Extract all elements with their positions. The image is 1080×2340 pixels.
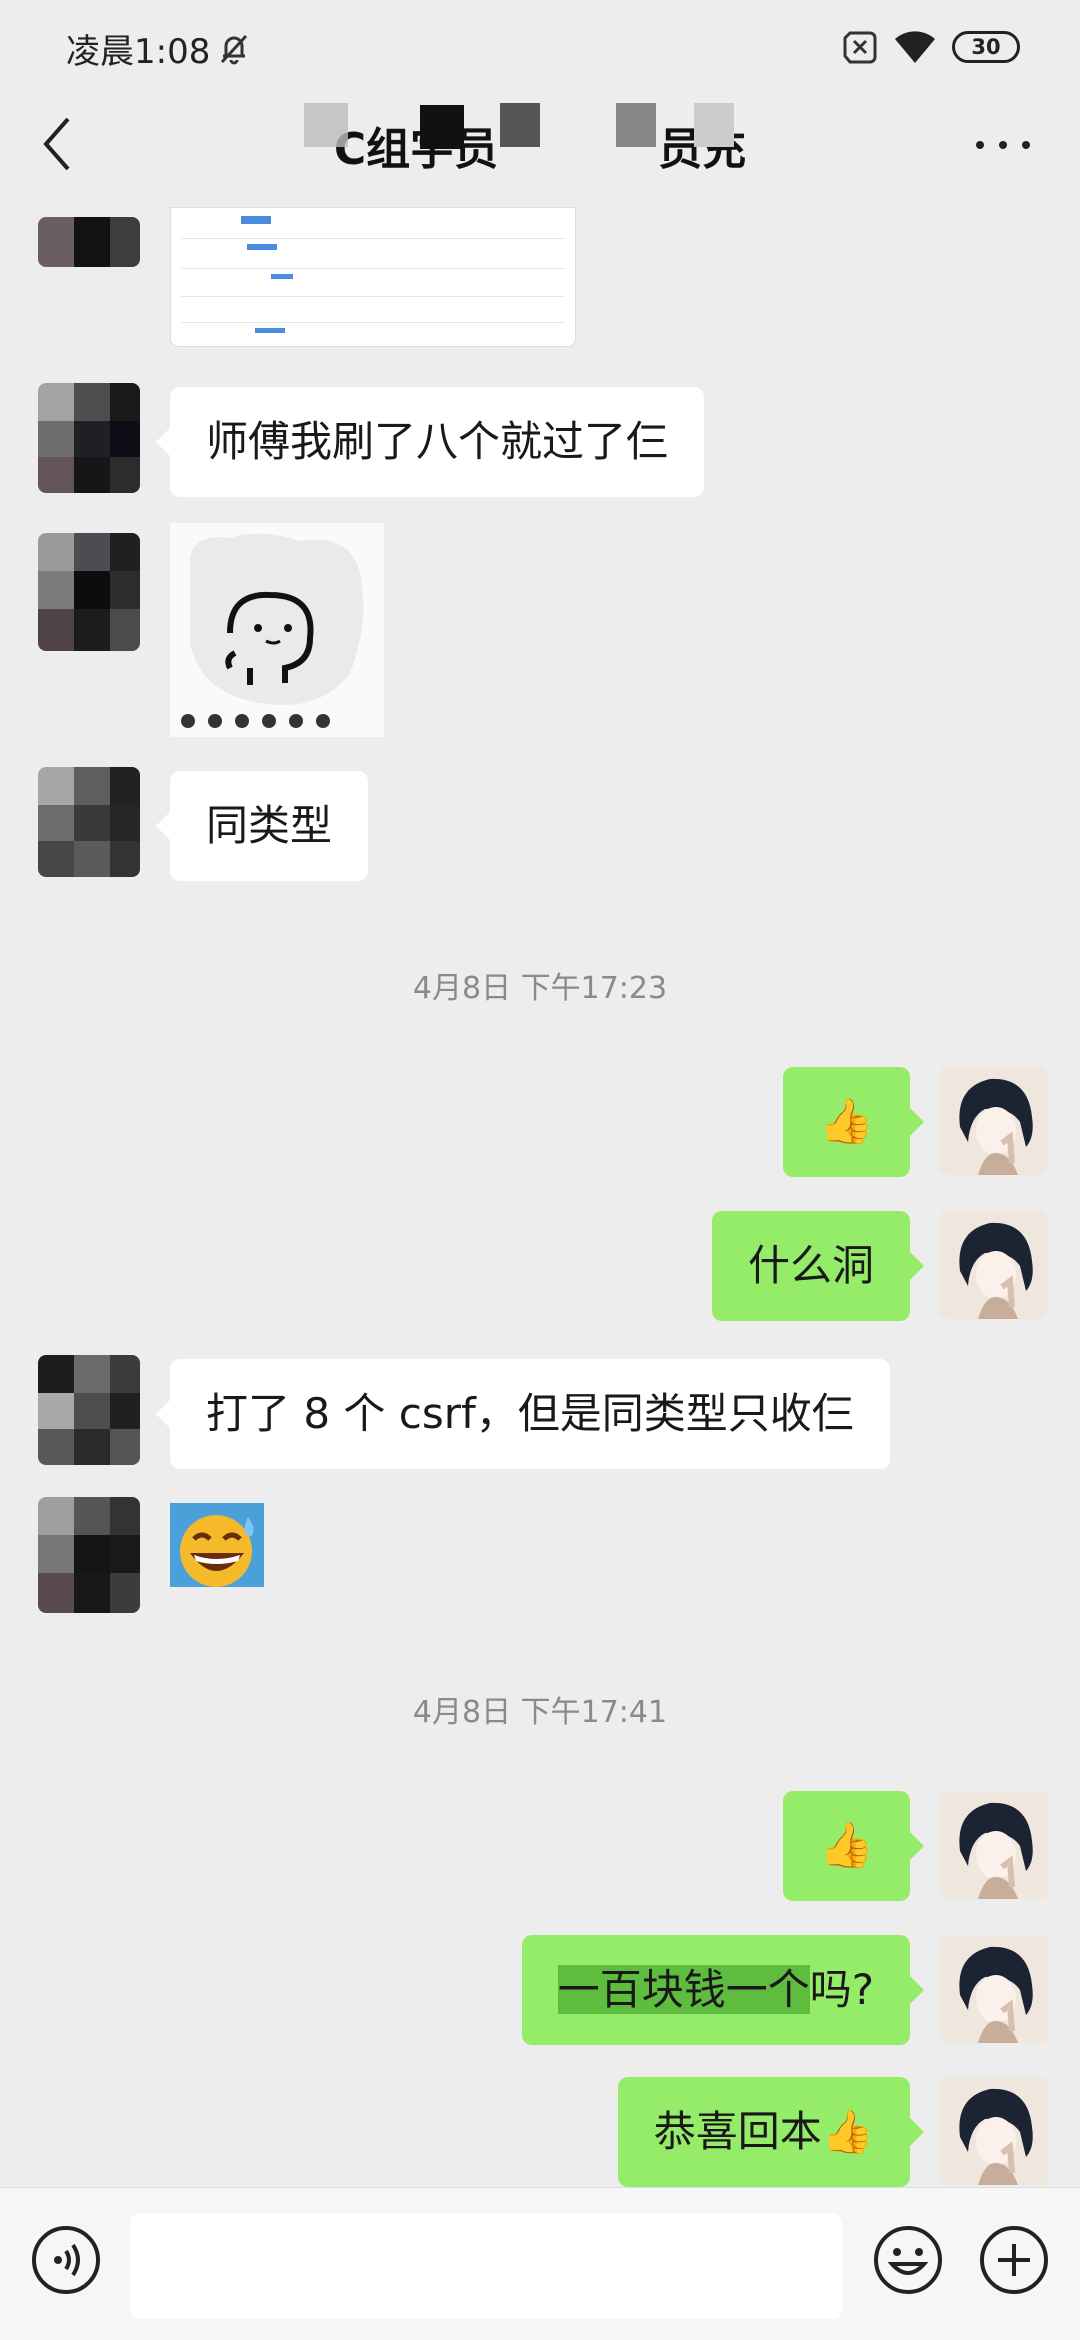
message-text[interactable]: 师傅我刷了八个就过了仨 <box>155 387 705 497</box>
message-received: 打了 8 个 csrf，但是同类型只收仨 <box>0 1355 1080 1475</box>
message-list[interactable]: 师傅我刷了八个就过了仨 同类型 4月8日 下午17:23 👍 什么洞 打了 8 … <box>0 207 1080 2187</box>
chat-screen: 凌晨1:08 30 C组字员 员充 师傅我刷了八个就过了仨 同类型 4月8日 下… <box>0 0 1080 2340</box>
anime-avatar-icon <box>940 1067 1048 1175</box>
avatar <box>38 1497 140 1613</box>
chat-title: C组字员 员充 <box>0 113 1080 177</box>
message-text-rest: 吗? <box>809 1965 874 2014</box>
timestamp: 4月8日 下午17:23 <box>412 971 668 1006</box>
message-text[interactable]: 一百块钱一个吗? <box>521 1935 925 2045</box>
avatar <box>940 1935 1048 2043</box>
message-sent: 👍 <box>0 1067 1080 1187</box>
avatar <box>940 1211 1048 1319</box>
avatar <box>940 1791 1048 1899</box>
message-input[interactable] <box>130 2213 842 2319</box>
message-received: 师傅我刷了八个就过了仨 <box>0 375 1080 497</box>
message-received-image <box>0 207 1080 347</box>
more-options-icon[interactable] <box>974 135 1032 155</box>
no-sim-icon <box>843 31 877 64</box>
emoji-icon[interactable] <box>872 2224 944 2296</box>
avatar <box>38 383 140 493</box>
bell-off-icon <box>220 34 248 65</box>
timestamp: 4月8日 下午17:41 <box>412 1695 668 1730</box>
add-icon[interactable] <box>978 2224 1050 2296</box>
selected-text[interactable]: 一百块钱一个 <box>557 1965 810 2014</box>
screenshot-thumbnail[interactable] <box>170 207 576 347</box>
anime-avatar-icon <box>940 1935 1048 2043</box>
message-text[interactable]: 什么洞 <box>711 1211 925 1321</box>
message-received-sticker <box>0 523 1080 737</box>
message-text[interactable]: 👍 <box>783 1067 924 1177</box>
anime-avatar-icon <box>940 1211 1048 1319</box>
voice-input-icon[interactable] <box>30 2224 102 2296</box>
message-received: 同类型 <box>0 767 1080 887</box>
message-sent: 什么洞 <box>0 1211 1080 1331</box>
sticker-image[interactable] <box>170 523 384 737</box>
avatar <box>38 767 140 877</box>
battery-indicator: 30 <box>952 31 1020 63</box>
message-sent: 恭喜回本👍 <box>0 2077 1080 2187</box>
avatar <box>940 1067 1048 1175</box>
avatar <box>38 533 140 651</box>
title-bar: C组字员 员充 <box>0 95 1080 207</box>
anime-avatar-icon <box>940 2077 1048 2185</box>
anime-avatar-icon <box>940 1791 1048 1899</box>
avatar <box>38 217 140 267</box>
avatar <box>940 2077 1048 2185</box>
message-text[interactable]: 👍 <box>783 1791 924 1901</box>
wifi-icon <box>895 31 935 63</box>
grinning-sweat-emoji-icon[interactable] <box>170 1503 264 1587</box>
avatar <box>38 1355 140 1465</box>
message-text[interactable]: 打了 8 个 csrf，但是同类型只收仨 <box>156 1359 890 1469</box>
message-text[interactable]: 恭喜回本👍 <box>617 2077 925 2187</box>
message-received-emoji <box>0 1497 1080 1617</box>
status-bar: 凌晨1:08 30 <box>0 0 1080 95</box>
message-text[interactable]: 同类型 <box>155 771 369 881</box>
chat-title-text: C组字员 <box>333 124 499 175</box>
message-sent: 一百块钱一个吗? <box>0 1935 1080 2055</box>
status-time: 凌晨1:08 <box>66 32 211 72</box>
input-bar <box>0 2187 1080 2340</box>
message-sent: 👍 <box>0 1791 1080 1911</box>
